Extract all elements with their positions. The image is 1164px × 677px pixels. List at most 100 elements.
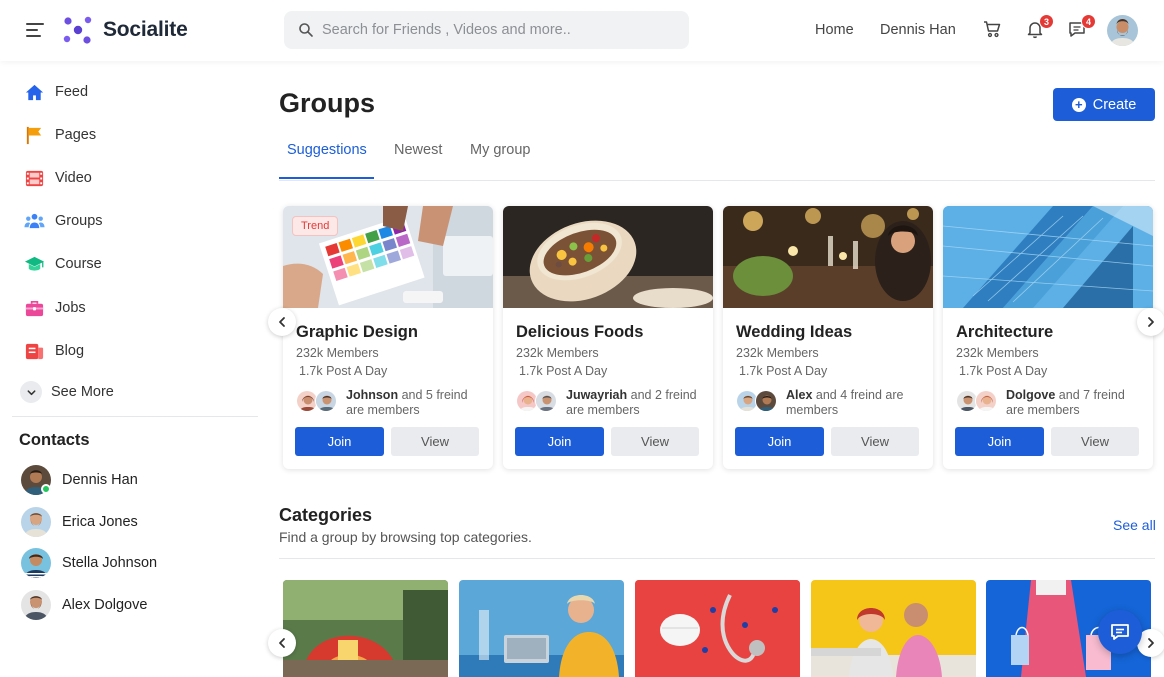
contact-item[interactable]: Stella Johnson bbox=[21, 547, 157, 579]
carousel-prev-button[interactable] bbox=[268, 308, 296, 336]
page-title: Groups bbox=[279, 88, 376, 118]
divider bbox=[279, 558, 1155, 559]
group-card[interactable]: Trend Graphic Design 232k Members 1.7k P… bbox=[283, 206, 493, 469]
avatar bbox=[975, 390, 997, 412]
sidebar-item-label: Course bbox=[55, 256, 102, 272]
categories-title: Categories bbox=[279, 505, 373, 525]
chevron-left-icon bbox=[279, 317, 285, 327]
contact-item[interactable]: Erica Jones bbox=[21, 506, 138, 538]
view-button[interactable]: View bbox=[1051, 427, 1139, 456]
sidebar-item-jobs[interactable]: Jobs bbox=[23, 295, 86, 321]
active-tab-indicator bbox=[279, 177, 374, 179]
join-button[interactable]: Join bbox=[515, 427, 604, 456]
search-icon bbox=[299, 23, 313, 37]
sidebar-item-course[interactable]: Course bbox=[23, 251, 102, 277]
cart-icon[interactable] bbox=[982, 19, 1006, 43]
group-posts: 1.7k Post A Day bbox=[959, 364, 1048, 378]
sidebar-item-pages[interactable]: Pages bbox=[23, 122, 96, 148]
search-input[interactable] bbox=[322, 22, 672, 38]
chat-button[interactable] bbox=[1098, 610, 1142, 654]
divider bbox=[12, 416, 258, 417]
group-title[interactable]: Graphic Design bbox=[296, 323, 418, 342]
tab-newest[interactable]: Newest bbox=[394, 142, 442, 158]
sidebar-item-label: Blog bbox=[55, 343, 85, 359]
sidebar-item-feed[interactable]: Feed bbox=[23, 79, 88, 105]
notification-badge: 3 bbox=[1039, 14, 1054, 29]
group-image bbox=[943, 206, 1153, 308]
group-members: 232k Members bbox=[296, 346, 379, 360]
search-bar[interactable] bbox=[284, 11, 689, 49]
category-card[interactable] bbox=[459, 580, 624, 677]
sidebar-item-blog[interactable]: Blog bbox=[23, 338, 84, 364]
trend-badge: Trend bbox=[292, 216, 339, 236]
group-members: 232k Members bbox=[956, 346, 1039, 360]
category-card[interactable] bbox=[811, 580, 976, 677]
friend-name: Alex bbox=[786, 388, 813, 402]
logo-icon bbox=[63, 16, 92, 44]
group-title[interactable]: Wedding Ideas bbox=[736, 323, 852, 342]
nav-profile-link[interactable]: Dennis Han bbox=[880, 22, 956, 38]
friends-info: Juwayriah and 2 freind are members bbox=[566, 388, 706, 417]
sidebar-item-label: Jobs bbox=[55, 300, 86, 316]
join-button[interactable]: Join bbox=[295, 427, 384, 456]
friends-info: Alex and 4 freind are members bbox=[786, 388, 926, 417]
group-title[interactable]: Architecture bbox=[956, 323, 1053, 342]
category-card[interactable] bbox=[635, 580, 800, 677]
nav-home-link[interactable]: Home bbox=[815, 22, 854, 38]
divider bbox=[279, 180, 1155, 181]
see-more-button[interactable]: See More bbox=[20, 381, 114, 403]
view-button[interactable]: View bbox=[831, 427, 919, 456]
group-card[interactable]: Wedding Ideas 232k Members 1.7k Post A D… bbox=[723, 206, 933, 469]
category-card[interactable] bbox=[283, 580, 448, 677]
avatar bbox=[21, 590, 51, 620]
tab-suggestions[interactable]: Suggestions bbox=[287, 142, 367, 158]
create-button[interactable]: + Create bbox=[1053, 88, 1155, 121]
carousel-next-button[interactable] bbox=[1137, 308, 1164, 336]
sidebar-item-video[interactable]: Video bbox=[23, 165, 92, 191]
tab-my-group[interactable]: My group bbox=[470, 142, 530, 158]
friends-info: Johnson and 5 freind are members bbox=[346, 388, 486, 417]
messages-badge: 4 bbox=[1081, 14, 1096, 29]
group-image bbox=[503, 206, 713, 308]
plus-icon: + bbox=[1071, 97, 1086, 112]
group-title[interactable]: Delicious Foods bbox=[516, 323, 643, 342]
group-posts: 1.7k Post A Day bbox=[299, 364, 388, 378]
bell-icon[interactable]: 3 bbox=[1025, 14, 1054, 43]
contact-item[interactable]: Dennis Han bbox=[21, 464, 138, 496]
avatar bbox=[755, 390, 777, 412]
categories-prev-button[interactable] bbox=[268, 629, 296, 657]
contact-name: Erica Jones bbox=[62, 514, 138, 530]
group-card[interactable]: Delicious Foods 232k Members 1.7k Post A… bbox=[503, 206, 713, 469]
avatar bbox=[21, 507, 51, 537]
friend-name: Johnson bbox=[346, 388, 399, 402]
logo[interactable]: Socialite bbox=[62, 14, 188, 46]
contact-name: Dennis Han bbox=[62, 472, 138, 488]
friend-name: Juwayriah bbox=[566, 388, 628, 402]
blog-icon bbox=[23, 340, 45, 362]
menu-icon[interactable] bbox=[26, 23, 44, 39]
brand-name: Socialite bbox=[103, 18, 188, 41]
see-all-link[interactable]: See all bbox=[1113, 517, 1156, 533]
view-button[interactable]: View bbox=[391, 427, 479, 456]
sidebar-item-label: Pages bbox=[55, 127, 97, 143]
create-label: Create bbox=[1092, 96, 1137, 113]
join-button[interactable]: Join bbox=[735, 427, 824, 456]
profile-avatar[interactable] bbox=[1107, 15, 1138, 46]
sidebar-item-groups[interactable]: Groups bbox=[23, 208, 103, 234]
group-card[interactable]: Architecture 232k Members 1.7k Post A Da… bbox=[943, 206, 1153, 469]
chevron-left-icon bbox=[279, 638, 285, 648]
join-button[interactable]: Join bbox=[955, 427, 1044, 456]
avatar bbox=[315, 390, 337, 412]
avatar bbox=[535, 390, 557, 412]
group-image bbox=[723, 206, 933, 308]
top-header: Socialite Home Dennis Han 3 4 bbox=[0, 0, 1164, 61]
online-indicator bbox=[41, 484, 51, 494]
chevron-right-icon bbox=[1148, 638, 1154, 648]
contact-name: Alex Dolgove bbox=[62, 597, 148, 613]
view-button[interactable]: View bbox=[611, 427, 699, 456]
contact-name: Stella Johnson bbox=[62, 555, 158, 571]
graduation-cap-icon bbox=[23, 253, 45, 275]
contact-item[interactable]: Alex Dolgove bbox=[21, 589, 147, 621]
categories-subtitle: Find a group by browsing top categories. bbox=[279, 529, 532, 545]
messages-icon[interactable]: 4 bbox=[1067, 14, 1096, 43]
